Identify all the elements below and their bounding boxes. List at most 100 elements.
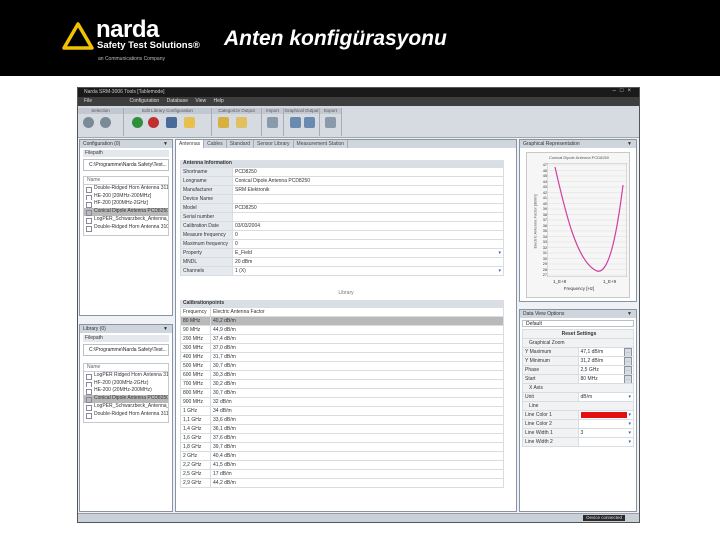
list-item[interactable]: Double-Ridged Horn Antenna 3115 xyxy=(84,411,168,419)
folder-icon[interactable] xyxy=(236,117,247,128)
menu-configuration[interactable]: Configuration xyxy=(129,97,159,106)
table-row[interactable]: 1,8 GHz 39,7 dB/m xyxy=(180,442,504,452)
menu-file[interactable]: File xyxy=(84,97,92,106)
back-icon[interactable] xyxy=(83,117,94,128)
table-row[interactable]: 1,6 GHz 37,6 dB/m xyxy=(180,433,504,443)
add-icon[interactable] xyxy=(132,117,143,128)
y-maximum-field[interactable]: 47,1 dB/m xyxy=(577,347,634,357)
group-graphical-zoom[interactable]: Graphical Zoom xyxy=(522,338,634,348)
manufacturer-field[interactable]: SRM Elektronik xyxy=(232,185,504,195)
y-tick: 33 xyxy=(542,240,547,244)
y-minimum-field[interactable]: 31,2 dB/m xyxy=(577,356,634,366)
table-row[interactable]: 2,9 GHz 44,2 dB/m xyxy=(180,478,504,488)
line-width-2-dropdown[interactable] xyxy=(577,437,634,447)
menu-database[interactable]: Database xyxy=(167,97,188,106)
table-row[interactable]: 700 MHz 30,2 dB/m xyxy=(180,379,504,389)
view-options-header: Data View Options ▼ xyxy=(520,310,636,318)
list-header: Name xyxy=(84,364,169,372)
default-selector[interactable]: Default xyxy=(522,320,634,327)
tab-cables[interactable]: Cables xyxy=(204,140,227,148)
table-row[interactable]: 2,5 GHz 17 dB/m xyxy=(180,469,504,479)
calibration-table: Frequency Electric Antenna Factor 80 MHz 4… xyxy=(180,307,504,488)
table-row[interactable]: 2,2 GHz 41,5 dB/m xyxy=(180,460,504,470)
measure-frequency-field[interactable]: 0 xyxy=(232,230,504,240)
property-dropdown[interactable]: E_Field xyxy=(232,248,504,258)
calibration-date-field[interactable]: 03/03/2004 xyxy=(232,221,504,231)
table-row[interactable]: 2 GHz 40,4 dB/m xyxy=(180,451,504,461)
table-row[interactable]: 900 MHz 32 dB/m xyxy=(180,397,504,407)
y-tick: 29 xyxy=(542,262,547,266)
list-item[interactable]: HE-200 (20MHz-200MHz) xyxy=(84,387,168,396)
menu-view[interactable]: View xyxy=(195,97,206,106)
table-row[interactable]: 500 MHz 30,7 dB/m xyxy=(180,361,504,371)
unit-dropdown[interactable]: dB/m xyxy=(577,392,634,402)
table-row[interactable]: 1,1 GHz 33,6 dB/m xyxy=(180,415,504,425)
export-icon[interactable] xyxy=(325,117,336,128)
pin-icon[interactable]: ▼ xyxy=(163,140,168,148)
group-x-axis[interactable]: X Axis xyxy=(522,383,634,393)
x-tick: 1_E+8 xyxy=(553,279,567,284)
config-path-field[interactable]: C:\Programme\Narda Safety\Test... xyxy=(83,159,170,171)
group-line[interactable]: Line xyxy=(522,401,634,411)
list-item[interactable]: HE-200 [20MHz-200MHz] xyxy=(84,193,168,201)
reset-settings-button[interactable]: Reset Settings xyxy=(522,329,634,339)
import-icon[interactable] xyxy=(267,117,278,128)
table-row[interactable]: 400 MHz 31,7 dB/m xyxy=(180,352,504,362)
pin-icon[interactable]: ▼ xyxy=(163,325,168,333)
pin-icon[interactable]: ▼ xyxy=(627,310,632,318)
table-row[interactable]: 600 MHz 30,3 dB/m xyxy=(180,370,504,380)
chart-icon[interactable] xyxy=(290,117,301,128)
mndl-field[interactable]: 20 dBm xyxy=(232,257,504,267)
list-item[interactable]: LogPER Ridged Horn Antenna 3106 xyxy=(84,372,168,380)
table-row[interactable]: 1,4 GHz 36,1 dB/m xyxy=(180,424,504,434)
folder-open-icon[interactable] xyxy=(218,117,229,128)
tab-antennas[interactable]: Antennas xyxy=(176,140,205,148)
start-field[interactable]: 80 MHz xyxy=(577,374,634,384)
table-row[interactable]: 90 MHz 44,9 dB/m xyxy=(180,325,504,335)
pin-icon[interactable]: ▼ xyxy=(627,140,632,148)
library-path-field[interactable]: C:\Programme\Narda Safety\Test... xyxy=(83,344,170,356)
channels-dropdown[interactable]: 1 (X) xyxy=(232,266,504,276)
model-field[interactable]: PCD8250 xyxy=(232,203,504,213)
delete-icon[interactable] xyxy=(148,117,159,128)
y-tick: 44 xyxy=(542,179,547,184)
line-width-1-dropdown[interactable]: 3 xyxy=(577,428,634,438)
cut-icon[interactable] xyxy=(166,117,177,128)
line-color-2-dropdown[interactable] xyxy=(577,419,634,429)
tab-standard[interactable]: Standard xyxy=(227,140,255,148)
table-icon[interactable] xyxy=(304,117,315,128)
table-row[interactable]: 1 GHz 34 dB/m xyxy=(180,406,504,416)
y-tick: 38 xyxy=(542,212,547,217)
list-item[interactable]: HF-200 (200MHz-2GHz) xyxy=(84,380,168,388)
table-row[interactable]: 800 MHz 30,7 dB/m xyxy=(180,388,504,398)
device-name-field[interactable] xyxy=(232,194,504,204)
list-item[interactable]: Double-Ridged Horn Antenna 3115 xyxy=(84,185,168,193)
list-item[interactable]: HF-200 [200MHz-2GHz] xyxy=(84,200,168,209)
tab-measurement-station[interactable]: Measurement Station xyxy=(294,140,349,148)
window-controls[interactable]: –□× xyxy=(613,88,635,94)
maximum-frequency-field[interactable]: 0 xyxy=(232,239,504,249)
device-connected-button[interactable]: Device connected xyxy=(583,515,625,521)
list-item[interactable]: LogPER_Schwarzbeck_Antenna_UHL... xyxy=(84,216,168,224)
window-titlebar: Narda SRM-3006 Tools [Tablemode] –□× xyxy=(78,88,639,97)
view-options-grid: Reset Settings Graphical Zoom Y Maximum 4… xyxy=(522,329,634,447)
forward-icon[interactable] xyxy=(100,117,111,128)
tab-sensor-library[interactable]: Sensor Library xyxy=(254,140,294,148)
serial-field[interactable] xyxy=(232,212,504,222)
table-row[interactable]: 80 MHz 40,2 dB/m xyxy=(180,316,504,326)
folder-icon[interactable] xyxy=(184,117,195,128)
list-item[interactable]: LogPER_Schwarzbeck_Antenna_UHL... xyxy=(84,403,168,411)
list-item[interactable]: Double-Ridged Horn Antenna 3106 xyxy=(84,224,168,232)
y-tick: 37 xyxy=(542,218,547,222)
list-item-selected[interactable]: Conical Dipole Antenna PCD8250 xyxy=(84,395,169,403)
library-button[interactable]: Library xyxy=(176,289,516,297)
phase-field[interactable]: 2,5 GHz xyxy=(577,365,634,375)
table-row[interactable]: 300 MHz 37,0 dB/m xyxy=(180,343,504,353)
menu-help[interactable]: Help xyxy=(214,97,224,106)
longname-field[interactable]: Conical Dipole Antenna PCD8250 xyxy=(232,176,504,186)
table-row[interactable]: 200 MHz 37,4 dB/m xyxy=(180,334,504,344)
line-color-1-dropdown[interactable] xyxy=(577,410,634,420)
antenna-info-title: Antenna Information xyxy=(180,160,504,167)
shortname-field[interactable]: PCD8250 xyxy=(232,167,504,177)
list-item-selected[interactable]: Conical Dipole Antenna PCD8250 xyxy=(84,208,169,216)
